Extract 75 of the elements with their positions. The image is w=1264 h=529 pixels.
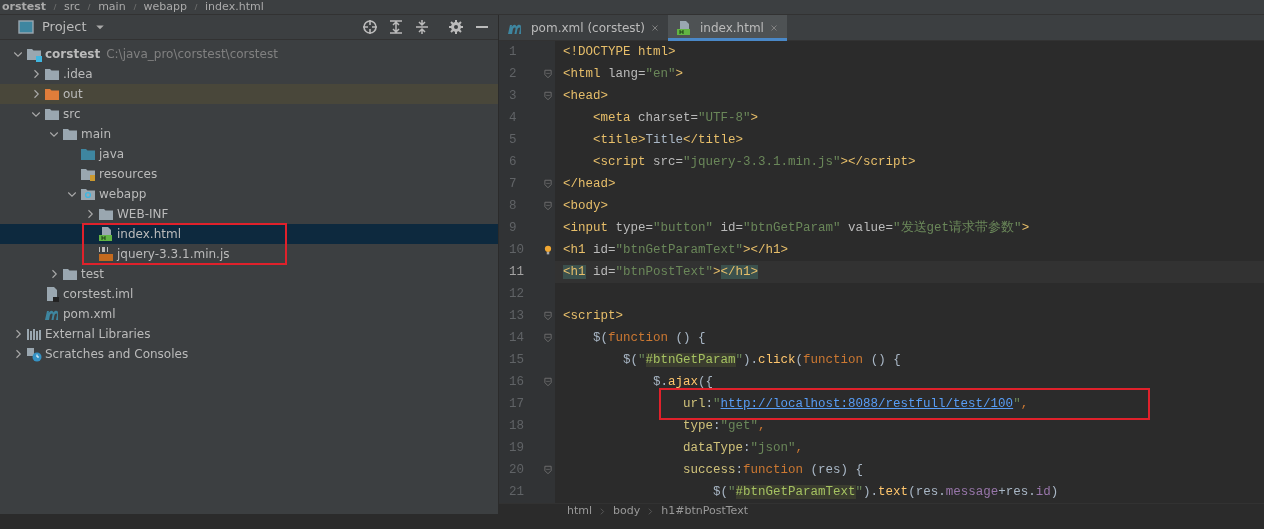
tree-item[interactable]: java <box>0 144 498 164</box>
slash-separator-icon <box>192 1 201 13</box>
settings-icon[interactable] <box>448 19 464 35</box>
editor-tab[interactable]: index.html <box>667 15 787 41</box>
code-line: <html lang="en"> <box>562 66 684 83</box>
view-dropdown[interactable]: Project <box>42 17 107 37</box>
locate-icon[interactable] <box>362 19 378 35</box>
code-line: dataType:"json", <box>682 440 804 457</box>
slash-separator-icon <box>130 1 139 13</box>
slash-separator-icon <box>85 1 94 13</box>
code-line: success:function (res) { <box>682 462 864 479</box>
code-line: <h1 id="btnPostText"></h1> <box>562 264 759 281</box>
folder-icon <box>44 86 60 102</box>
expand-all-icon[interactable] <box>388 19 404 35</box>
tree-item[interactable]: src <box>0 104 498 124</box>
tree-item[interactable]: pom.xml <box>0 304 498 324</box>
breadcrumb-item[interactable]: main <box>98 0 126 14</box>
breadcrumb-item[interactable]: html <box>567 504 593 518</box>
code-line: <!DOCTYPE html> <box>562 44 676 61</box>
tree-item[interactable]: Scratches and Consoles <box>0 344 498 364</box>
module-file-icon <box>44 286 60 302</box>
close-icon[interactable] <box>649 23 660 33</box>
html-file-icon <box>98 226 114 242</box>
code-line: $("#btnGetParamText").text(res.message+res.id) <box>712 484 1059 501</box>
library-bars-icon <box>26 326 42 342</box>
path-text: C:\java_pro\corstest\corstest <box>106 46 278 63</box>
scratch-clock-icon <box>26 346 42 362</box>
folder-icon <box>80 146 96 162</box>
folder-icon <box>62 126 78 142</box>
folder-icon <box>62 266 78 282</box>
code-line: $.ajax({ <box>652 374 714 391</box>
breadcrumb-item[interactable]: orstest <box>2 0 47 14</box>
tree-item[interactable]: index.html <box>0 224 498 244</box>
line-number: 11 <box>509 264 524 281</box>
code-line: <head> <box>562 88 608 105</box>
code-line: $(function () { <box>592 330 706 347</box>
code-line: <script src="jquery-3.3.1.min.js"></script> <box>592 154 916 171</box>
code-line: <input type="button" id="btnGetParam" value="发送get请求带参数"> <box>562 219 1030 237</box>
code-line: <title>Title</title> <box>592 132 744 149</box>
tree-item[interactable]: corstest C:\java_pro\corstest\corstest <box>0 44 498 64</box>
collapse-all-icon[interactable] <box>414 19 430 35</box>
resource-folder-icon <box>80 166 96 182</box>
module-folder-icon <box>26 46 42 62</box>
editor-tab[interactable]: pom.xml (corstest) <box>499 15 668 41</box>
tree-item[interactable]: resources <box>0 164 498 184</box>
code-line: type:"get", <box>682 418 766 435</box>
folder-icon <box>44 66 60 82</box>
breadcrumb-item[interactable]: body <box>613 504 641 518</box>
breadcrumb-item[interactable]: src <box>64 0 81 14</box>
breadcrumb-item[interactable]: webapp <box>143 0 188 14</box>
code-line: $("#btnGetParam").click(function () { <box>622 352 901 369</box>
folder-icon <box>98 206 114 222</box>
tree-item[interactable]: .idea <box>0 64 498 84</box>
tree-item[interactable]: main <box>0 124 498 144</box>
code-line: <meta charset="UTF-8"> <box>592 110 759 127</box>
code-line: <body> <box>562 198 608 215</box>
tree-item[interactable]: jquery-3.3.1.min.js <box>0 244 498 264</box>
slash-separator-icon <box>51 1 60 13</box>
code-line: </head> <box>562 176 616 193</box>
tree-item[interactable]: webapp <box>0 184 498 204</box>
tree-item[interactable]: out <box>0 84 498 104</box>
code-line: <script> <box>562 308 623 325</box>
breadcrumb-item[interactable]: index.html <box>205 0 264 14</box>
folder-icon <box>44 106 60 122</box>
code-line: url:"http://localhost:8088/restfull/test/100", <box>682 396 1029 413</box>
code-line: <h1 id="btnGetParamText"></h1> <box>562 242 789 259</box>
tree-item[interactable]: External Libraries <box>0 324 498 344</box>
project-window-icon <box>18 19 34 35</box>
js-file-icon <box>98 246 114 262</box>
tree-item[interactable]: WEB-INF <box>0 204 498 224</box>
breadcrumb-item[interactable]: h1#btnPostText <box>661 504 748 518</box>
tree-item[interactable]: test <box>0 264 498 284</box>
tree-item[interactable]: corstest.iml <box>0 284 498 304</box>
html-file-icon <box>675 20 692 36</box>
web-folder-icon <box>80 186 96 202</box>
